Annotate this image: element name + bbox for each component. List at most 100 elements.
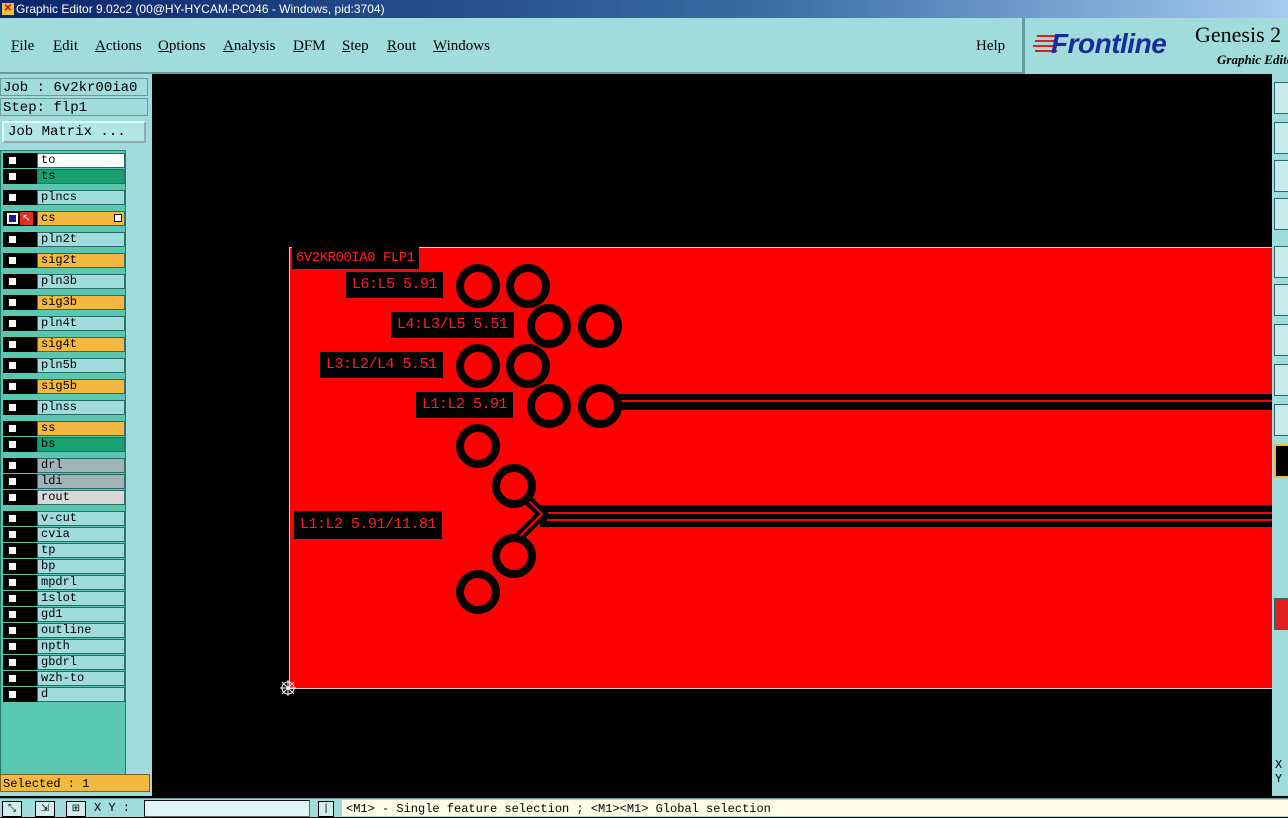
layer-row-npth[interactable]: npth xyxy=(3,639,125,654)
layer-row-to[interactable]: to xyxy=(3,153,125,168)
layer-name[interactable]: gbdrl xyxy=(37,655,125,670)
selection-tool-button[interactable] xyxy=(1274,364,1288,396)
resize-tool-icon[interactable]: ⇲ xyxy=(35,801,55,817)
layer-row-wzh-to[interactable]: wzh-to xyxy=(3,671,125,686)
layer-row-d[interactable]: d xyxy=(3,687,125,702)
layer-row-pln3b[interactable]: pln3b xyxy=(3,274,125,289)
layer-row-bp[interactable]: bp xyxy=(3,559,125,574)
layer-row-outline[interactable]: outline xyxy=(3,623,125,638)
layer-checkbox[interactable] xyxy=(7,689,18,700)
layer-row-gbdrl[interactable]: gbdrl xyxy=(3,655,125,670)
layer-name[interactable]: pln5b xyxy=(37,358,125,373)
menu-dfm[interactable]: DFM xyxy=(293,38,326,55)
layer-checkbox[interactable] xyxy=(7,561,18,572)
layer-checkbox[interactable] xyxy=(7,234,18,245)
menu-edit[interactable]: Edit xyxy=(53,38,78,55)
menu-windows[interactable]: Windows xyxy=(433,38,490,55)
layer-checkbox[interactable] xyxy=(7,673,18,684)
layer-row-plncs[interactable]: plncs xyxy=(3,190,125,205)
layer-name[interactable]: cvia xyxy=(37,527,125,542)
active-tool-button[interactable] xyxy=(1274,444,1288,478)
menu-step[interactable]: Step xyxy=(342,38,369,55)
layer-checkbox[interactable] xyxy=(7,213,18,224)
layer-row-drl[interactable]: drl xyxy=(3,458,125,473)
layer-name[interactable]: gd1 xyxy=(37,607,125,622)
layer-name[interactable]: ldi xyxy=(37,474,125,489)
layer-name[interactable]: rout xyxy=(37,490,125,505)
layer-checkbox[interactable] xyxy=(7,609,18,620)
select-tool-icon[interactable]: ⤡ xyxy=(2,801,22,817)
layer-row-pln5b[interactable]: pln5b xyxy=(3,358,125,373)
layer-name[interactable]: pln2t xyxy=(37,232,125,247)
layer-row-bs[interactable]: bs xyxy=(3,437,125,452)
layer-checkbox[interactable] xyxy=(7,381,18,392)
layer-name[interactable]: sig5b xyxy=(37,379,125,394)
layer-name[interactable]: plnss xyxy=(37,400,125,415)
layer-row-sig3b[interactable]: sig3b xyxy=(3,295,125,310)
snap-tool-button[interactable] xyxy=(1274,160,1288,192)
layer-name[interactable]: sig3b xyxy=(37,295,125,310)
layer-checkbox[interactable] xyxy=(7,641,18,652)
xy-input[interactable] xyxy=(144,800,310,817)
layer-checkbox[interactable] xyxy=(7,423,18,434)
layer-row-pln2t[interactable]: pln2t xyxy=(3,232,125,247)
layer-checkbox[interactable] xyxy=(7,171,18,182)
layer-row-sig2t[interactable]: sig2t xyxy=(3,253,125,268)
menu-options[interactable]: Options xyxy=(158,38,206,55)
layer-name[interactable]: pln4t xyxy=(37,316,125,331)
layer-checkbox[interactable] xyxy=(7,155,18,166)
layer-checkbox[interactable] xyxy=(7,593,18,604)
layer-name[interactable]: ss xyxy=(37,421,125,436)
display-tool-button[interactable] xyxy=(1274,246,1288,278)
layer-row-ss[interactable]: ss xyxy=(3,421,125,436)
layer-row-1slot[interactable]: 1slot xyxy=(3,591,125,606)
layer-name[interactable]: npth xyxy=(37,639,125,654)
layer-checkbox[interactable] xyxy=(7,339,18,350)
layer-checkbox[interactable] xyxy=(7,657,18,668)
layer-row-tp[interactable]: tp xyxy=(3,543,125,558)
layer-checkbox[interactable] xyxy=(7,460,18,471)
highlight-tool-button[interactable] xyxy=(1274,284,1288,316)
layer-checkbox[interactable] xyxy=(7,476,18,487)
zoom-tool-button[interactable] xyxy=(1274,82,1288,114)
layer-name[interactable]: d xyxy=(37,687,125,702)
layer-checkbox[interactable] xyxy=(7,625,18,636)
layer-name[interactable]: bs xyxy=(37,437,125,452)
layer-name[interactable]: tp xyxy=(37,543,125,558)
edit-tool-button[interactable] xyxy=(1274,404,1288,436)
feature-tool-button[interactable] xyxy=(1274,324,1288,356)
layer-row-v-cut[interactable]: v-cut xyxy=(3,511,125,526)
layer-checkbox[interactable] xyxy=(7,318,18,329)
grid-tool-icon[interactable]: ⊞ xyxy=(66,801,86,817)
layer-row-mpdrl[interactable]: mpdrl xyxy=(3,575,125,590)
layer-name[interactable]: ts xyxy=(37,169,125,184)
graphics-canvas[interactable]: 6V2KR00IA0 FLP1 L6:L5 5.91 L4:L3/L5 5.51… xyxy=(152,74,1272,796)
menu-analysis[interactable]: Analysis xyxy=(223,38,276,55)
coord-mode-icon[interactable]: | xyxy=(318,801,334,817)
layer-name[interactable]: pln3b xyxy=(37,274,125,289)
layer-row-sig5b[interactable]: sig5b xyxy=(3,379,125,394)
measure-tool-button[interactable] xyxy=(1274,198,1288,230)
layer-name[interactable]: drl xyxy=(37,458,125,473)
layer-name[interactable]: 1slot xyxy=(37,591,125,606)
menu-help[interactable]: Help xyxy=(976,38,1005,55)
layer-checkbox[interactable] xyxy=(7,492,18,503)
layer-row-pln4t[interactable]: pln4t xyxy=(3,316,125,331)
layer-checkbox[interactable] xyxy=(7,360,18,371)
alert-tool-button[interactable] xyxy=(1274,598,1288,630)
layer-row-ts[interactable]: ts xyxy=(3,169,125,184)
layer-name[interactable]: sig4t xyxy=(37,337,125,352)
layer-checkbox[interactable] xyxy=(7,513,18,524)
layer-row-ldi[interactable]: ldi xyxy=(3,474,125,489)
layer-checkbox[interactable] xyxy=(7,402,18,413)
layer-name[interactable]: plncs xyxy=(37,190,125,205)
layer-row-gd1[interactable]: gd1 xyxy=(3,607,125,622)
layer-checkbox[interactable] xyxy=(7,192,18,203)
menu-rout[interactable]: Rout xyxy=(387,38,416,55)
layer-row-rout[interactable]: rout xyxy=(3,490,125,505)
pan-tool-button[interactable] xyxy=(1274,122,1288,154)
layer-row-sig4t[interactable]: sig4t xyxy=(3,337,125,352)
layer-row-plnss[interactable]: plnss xyxy=(3,400,125,415)
layer-row-cs[interactable]: ↖ cs xyxy=(3,211,125,226)
layer-checkbox[interactable] xyxy=(7,276,18,287)
